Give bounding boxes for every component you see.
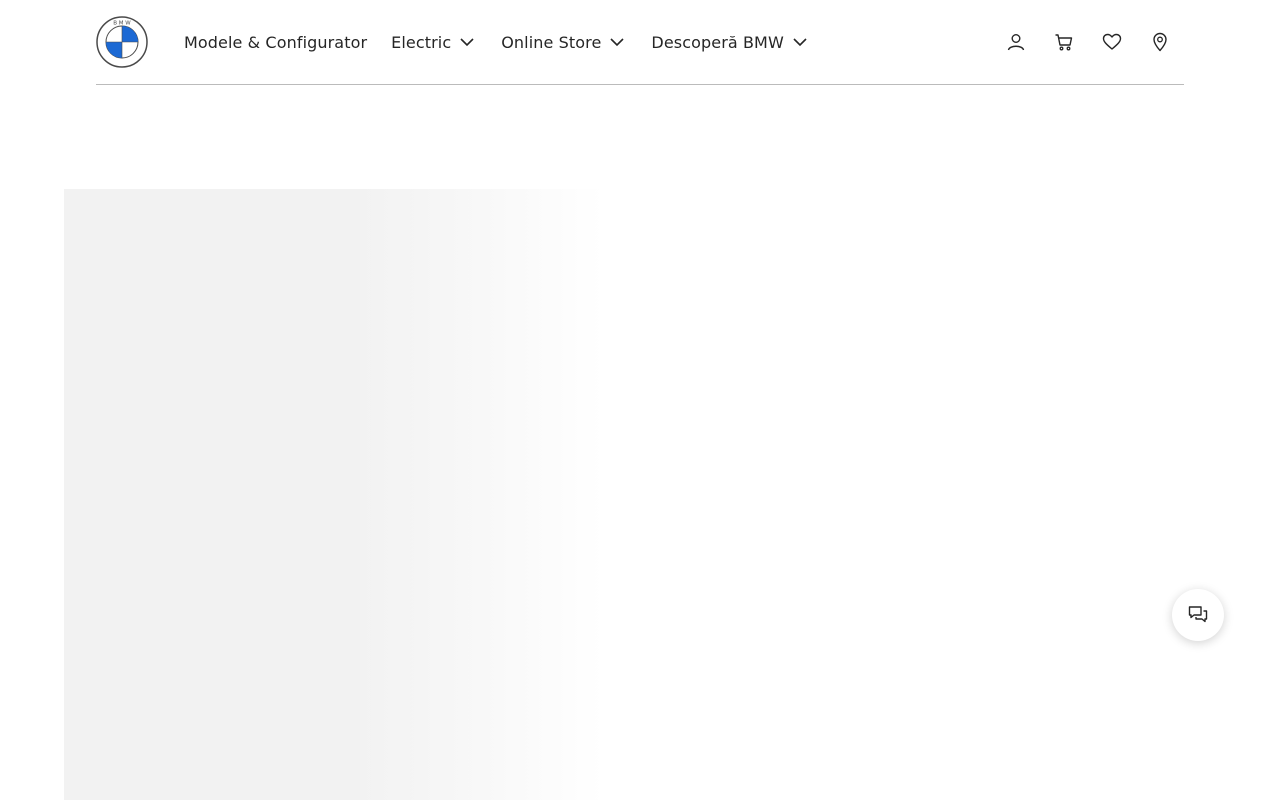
main-navigation: Modele & Configurator Electric Online St… [184,0,832,84]
nav-label: Modele & Configurator [184,32,368,52]
user-icon[interactable] [992,18,1040,66]
nav-online-store[interactable]: Online Store [501,33,625,52]
nav-descopera-bmw[interactable]: Descoperă BMW [651,33,807,52]
site-header: B M W Modele & Configurator Electric Onl… [96,0,1184,85]
bmw-logo-lettering: B M W [113,21,131,27]
chevron-down-icon [460,38,474,47]
header-actions [992,0,1184,84]
chat-icon [1188,606,1208,623]
chat-button[interactable] [1172,589,1224,641]
nav-label: Online Store [501,32,602,52]
nav-label: Electric [391,32,452,52]
nav-modele-configurator[interactable]: Modele & Configurator [184,33,367,52]
nav-electric[interactable]: Electric [391,33,475,52]
chevron-down-icon [610,38,624,47]
chevron-down-icon [793,38,807,47]
heart-icon[interactable] [1088,18,1136,66]
cart-icon[interactable] [1040,18,1088,66]
nav-label: Descoperă BMW [651,32,784,52]
bmw-logo-icon[interactable]: B M W [96,16,148,68]
hero-image-placeholder [64,189,604,800]
location-pin-icon[interactable] [1136,18,1184,66]
